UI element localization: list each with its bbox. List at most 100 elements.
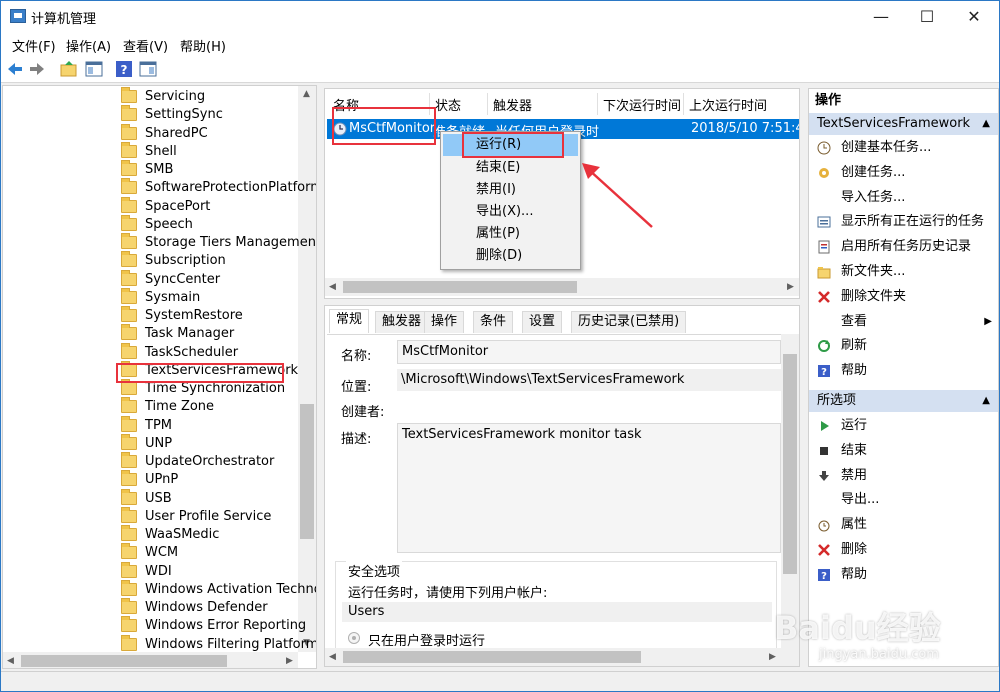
column-header-last-run[interactable]: 上次运行时间 <box>689 95 767 114</box>
action-item[interactable]: 刷新 <box>809 334 998 358</box>
tab-triggers[interactable]: 触发器 <box>375 311 429 333</box>
tab-actions[interactable]: 操作 <box>424 311 465 333</box>
context-properties[interactable]: 属性(P) <box>443 223 578 245</box>
action-item[interactable]: 运行 <box>809 414 998 438</box>
annotation-arrow-icon <box>582 163 653 228</box>
tree-item-label: Time Zone <box>145 399 215 415</box>
menu-file[interactable]: 文件(F) <box>12 36 56 55</box>
folder-icon <box>121 379 137 395</box>
details-vertical-scrollbar[interactable] <box>781 334 799 648</box>
action-item[interactable]: 导入任务... <box>809 186 998 210</box>
tree-item-label: SharedPC <box>145 125 208 141</box>
tree-item-label: SpacePort <box>145 198 211 214</box>
description-field[interactable]: TextServicesFramework monitor task <box>397 423 781 553</box>
action-item[interactable]: 查看 ▶ <box>809 310 998 334</box>
details-vscroll-thumb[interactable] <box>783 354 797 574</box>
run-only-logged-on-radio[interactable] <box>348 632 360 644</box>
column-header-next-run[interactable]: 下次运行时间 <box>603 95 681 114</box>
scroll-up-icon[interactable]: ▲ <box>303 89 310 99</box>
actions-section-selected[interactable]: 所选项 ▲ <box>809 390 998 412</box>
action-item-label: 帮助 <box>841 363 868 379</box>
menu-view[interactable]: 查看(V) <box>123 36 168 55</box>
folder-icon <box>121 141 137 158</box>
scroll-right-icon[interactable]: ▶ <box>787 282 794 292</box>
folder-icon <box>121 598 137 614</box>
task-list-horizontal-scrollbar[interactable]: ◀ ▶ <box>325 278 799 296</box>
scroll-left-icon[interactable]: ◀ <box>7 656 14 666</box>
action-item[interactable]: 属性 <box>809 513 998 537</box>
action-item[interactable]: ? 帮助 <box>809 359 998 383</box>
tree-item-label: WCM <box>145 545 179 561</box>
close-button[interactable]: ✕ <box>951 1 997 32</box>
context-export[interactable]: 导出(X)... <box>443 201 578 223</box>
action-item[interactable]: 禁用 <box>809 464 998 488</box>
action-item[interactable]: 启用所有任务历史记录 <box>809 235 998 259</box>
folder-icon <box>121 306 137 322</box>
collapse-icon[interactable]: ▲ <box>982 390 990 412</box>
action-item-label: 结束 <box>841 442 868 458</box>
folder-icon <box>121 196 137 213</box>
forward-arrow-icon[interactable] <box>28 60 46 78</box>
up-folder-icon[interactable] <box>60 60 78 78</box>
column-separator <box>487 93 488 115</box>
scroll-right-icon[interactable]: ▶ <box>286 656 293 666</box>
tab-conditions[interactable]: 条件 <box>473 311 514 333</box>
details-hscroll-thumb[interactable] <box>343 651 641 663</box>
tree-item-label: Windows Filtering Platform <box>145 636 317 652</box>
task-list-hscroll-thumb[interactable] <box>343 281 577 293</box>
action-item[interactable]: 创建基本任务... <box>809 136 998 160</box>
context-delete[interactable]: 删除(D) <box>443 245 578 267</box>
run-only-logged-on-label: 只在用户登录时运行 <box>368 634 486 649</box>
folder-icon <box>121 324 137 341</box>
folder-icon <box>121 488 137 505</box>
tree-item-label: WDI <box>145 563 172 579</box>
action-item[interactable]: 显示所有正在运行的任务 <box>809 210 998 234</box>
action-item[interactable]: 新文件夹... <box>809 260 998 284</box>
menu-help[interactable]: 帮助(H) <box>180 36 226 55</box>
action-item[interactable]: 删除 <box>809 538 998 562</box>
help-icon[interactable]: ? <box>115 60 133 78</box>
details-horizontal-scrollbar[interactable]: ◀ ▶ <box>325 648 799 666</box>
name-label: 名称: <box>341 349 372 364</box>
show-action-pane-icon[interactable] <box>139 60 157 78</box>
tree-item-label: SoftwareProtectionPlatform <box>145 180 317 196</box>
annotation-box-task <box>332 107 436 145</box>
name-field[interactable]: MsCtfMonitor <box>397 340 781 364</box>
minimize-button[interactable]: — <box>858 1 904 32</box>
column-header-status[interactable]: 状态 <box>435 95 461 114</box>
delete-icon <box>818 544 830 556</box>
action-item[interactable]: 结束 <box>809 439 998 463</box>
svg-text:?: ? <box>821 367 827 378</box>
tree-vscroll-thumb[interactable] <box>300 404 314 539</box>
tab-general[interactable]: 常规 <box>329 309 370 333</box>
column-header-trigger[interactable]: 触发器 <box>493 95 532 114</box>
folder-icon <box>121 160 137 176</box>
tab-settings[interactable]: 设置 <box>522 311 563 333</box>
action-item-label: 属性 <box>841 517 868 533</box>
context-end[interactable]: 结束(E) <box>443 157 578 179</box>
maximize-button[interactable]: ☐ <box>904 1 950 32</box>
tree-vertical-scrollbar[interactable]: ▲ ▼ <box>298 86 316 652</box>
menu-action[interactable]: 操作(A) <box>66 36 111 55</box>
scroll-left-icon[interactable]: ◀ <box>329 282 336 292</box>
action-item[interactable]: 创建任务... <box>809 161 998 185</box>
context-disable[interactable]: 禁用(I) <box>443 179 578 201</box>
collapse-icon[interactable]: ▲ <box>982 113 990 135</box>
action-item-label: 导入任务... <box>841 189 906 205</box>
back-arrow-icon[interactable] <box>6 60 24 78</box>
scroll-left-icon[interactable]: ◀ <box>329 652 336 662</box>
action-item[interactable]: 删除文件夹 <box>809 285 998 309</box>
action-item[interactable]: ? 帮助 <box>809 563 998 587</box>
tree-horizontal-scrollbar[interactable]: ◀ ▶ <box>3 652 298 668</box>
watermark-url: jingyan.baidu.com <box>819 647 939 662</box>
tree-item-label: SMB <box>145 162 174 177</box>
scroll-right-icon[interactable]: ▶ <box>769 652 776 662</box>
title-bar: 计算机管理 — ☐ ✕ <box>1 1 999 32</box>
security-options-label: 安全选项 <box>346 561 403 580</box>
show-hide-tree-icon[interactable] <box>85 60 103 78</box>
tree-item-label: Windows Defender <box>145 600 268 615</box>
actions-section-folder[interactable]: TextServicesFramework ▲ <box>809 113 998 135</box>
tab-history[interactable]: 历史记录(已禁用) <box>571 311 687 333</box>
action-item[interactable]: 导出... <box>809 488 998 512</box>
tree-hscroll-thumb[interactable] <box>21 655 227 667</box>
